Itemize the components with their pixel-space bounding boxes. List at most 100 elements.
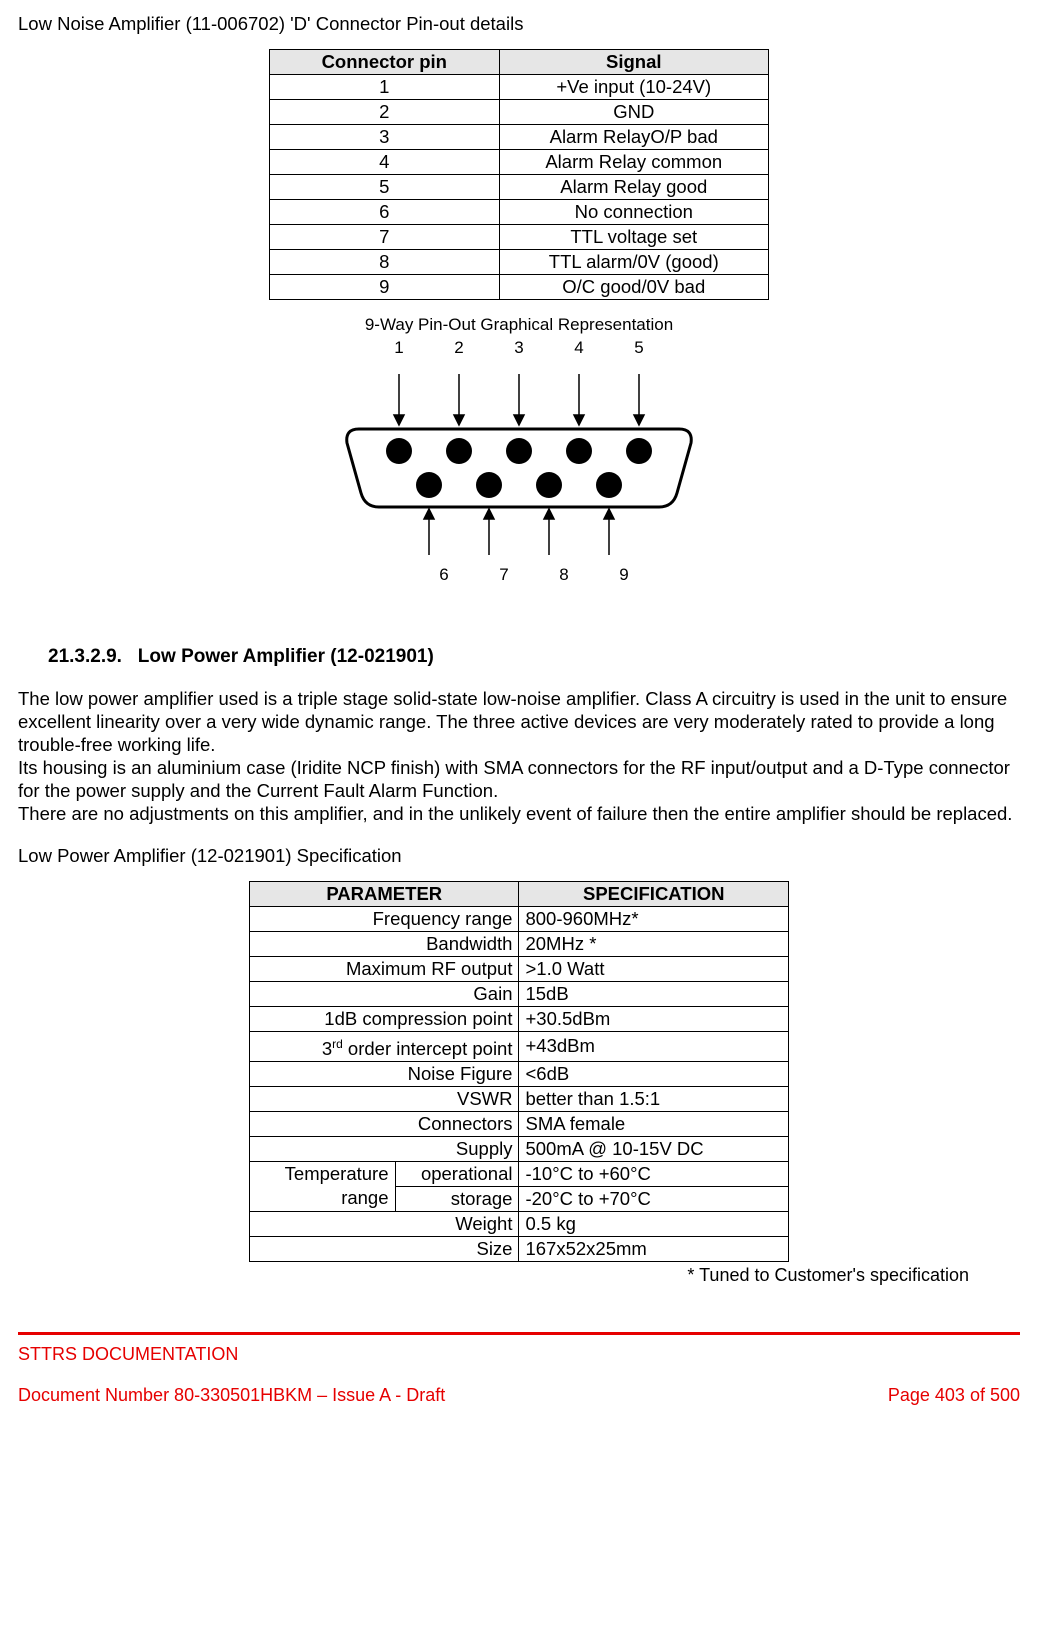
table-row: VSWRbetter than 1.5:1 [250,1086,789,1111]
table-row: 1dB compression point+30.5dBm [250,1006,789,1031]
table-row: ConnectorsSMA female [250,1111,789,1136]
value-cell: 15dB [519,981,789,1006]
table-row: 7TTL voltage set [270,225,769,250]
table-row: 4Alarm Relay common [270,150,769,175]
param-cell: Temperaturerange [250,1161,396,1211]
signal-cell: +Ve input (10-24V) [499,75,768,100]
pin-label: 6 [414,564,474,585]
subparam-cell: operational [395,1161,519,1186]
value-cell: SMA female [519,1111,789,1136]
param-cell: Frequency range [250,906,519,931]
value-cell: 167x52x25mm [519,1236,789,1261]
footer-page: Page 403 of 500 [888,1384,1020,1407]
table-row: Supply500mA @ 10-15V DC [250,1136,789,1161]
param-cell: 3rd order intercept point [250,1031,519,1061]
table-row: Size167x52x25mm [250,1236,789,1261]
pin-cell: 2 [270,100,500,125]
signal-cell: Alarm Relay good [499,175,768,200]
pin-label: 9 [594,564,654,585]
table-row: 3rd order intercept point+43dBm [250,1031,789,1061]
diagram-bottom-labels: 6789 [18,564,1020,585]
pin-cell: 7 [270,225,500,250]
pin-label: 2 [429,337,489,358]
value-cell: +43dBm [519,1031,789,1061]
footer-doc-number: Document Number 80-330501HBKM – Issue A … [18,1384,445,1407]
subparam-cell: storage [395,1186,519,1211]
signal-cell: TTL voltage set [499,225,768,250]
value-cell: >1.0 Watt [519,956,789,981]
pin-cell: 1 [270,75,500,100]
table-row: Frequency range800-960MHz* [250,906,789,931]
pin-label: 7 [474,564,534,585]
table-row: 1+Ve input (10-24V) [270,75,769,100]
diagram-top-labels: 12345 [18,337,1020,358]
param-cell: Maximum RF output [250,956,519,981]
value-cell: -20°C to +70°C [519,1186,789,1211]
pin-label: 3 [489,337,549,358]
param-cell: VSWR [250,1086,519,1111]
pin-label: 8 [534,564,594,585]
spec-header-value: SPECIFICATION [519,881,789,906]
spec-title: Low Power Amplifier (12-021901) Specific… [18,844,1020,867]
param-cell: Noise Figure [250,1061,519,1086]
signal-cell: Alarm RelayO/P bad [499,125,768,150]
table-row: 8TTL alarm/0V (good) [270,250,769,275]
table-row: Weight0.5 kg [250,1211,789,1236]
value-cell: <6dB [519,1061,789,1086]
table-row: Bandwidth20MHz * [250,931,789,956]
pin-cell: 4 [270,150,500,175]
spec-footnote: * Tuned to Customer's specification [69,1264,969,1287]
db9-connector-icon [339,359,699,564]
spec-table: PARAMETER SPECIFICATION Frequency range8… [249,881,789,1262]
table-row: Noise Figure<6dB [250,1061,789,1086]
value-cell: better than 1.5:1 [519,1086,789,1111]
table-row: 6No connection [270,200,769,225]
paragraph-1: The low power amplifier used is a triple… [18,687,1020,756]
value-cell: 0.5 kg [519,1211,789,1236]
table-row: 9O/C good/0V bad [270,275,769,300]
table-row: 2GND [270,100,769,125]
footer-rule [18,1332,1020,1335]
pin-cell: 3 [270,125,500,150]
value-cell: +30.5dBm [519,1006,789,1031]
value-cell: -10°C to +60°C [519,1161,789,1186]
paragraph-3: There are no adjustments on this amplifi… [18,802,1020,825]
param-cell: Weight [250,1211,519,1236]
page-title: Low Noise Amplifier (11-006702) 'D' Conn… [18,12,1020,35]
table-row: Temperaturerange operational -10°C to +6… [250,1161,789,1186]
footer-doc-title: STTRS DOCUMENTATION [18,1343,1020,1366]
signal-cell: GND [499,100,768,125]
pin-label: 4 [549,337,609,358]
value-cell: 800-960MHz* [519,906,789,931]
section-title: Low Power Amplifier (12-021901) [138,646,434,667]
pinout-header-signal: Signal [499,50,768,75]
param-cell: Connectors [250,1111,519,1136]
pinout-header-pin: Connector pin [270,50,500,75]
pin-label: 5 [609,337,669,358]
value-cell: 20MHz * [519,931,789,956]
param-cell: Supply [250,1136,519,1161]
table-row: 3Alarm RelayO/P bad [270,125,769,150]
pinout-table: Connector pin Signal 1+Ve input (10-24V)… [269,49,769,300]
param-cell: Gain [250,981,519,1006]
pin-cell: 9 [270,275,500,300]
pin-cell: 8 [270,250,500,275]
section-heading: 21.3.2.9. Low Power Amplifier (12-021901… [48,645,1020,669]
param-cell: Bandwidth [250,931,519,956]
table-row: Maximum RF output>1.0 Watt [250,956,789,981]
pin-cell: 5 [270,175,500,200]
table-row: Gain15dB [250,981,789,1006]
signal-cell: TTL alarm/0V (good) [499,250,768,275]
value-cell: 500mA @ 10-15V DC [519,1136,789,1161]
param-cell: Size [250,1236,519,1261]
signal-cell: Alarm Relay common [499,150,768,175]
diagram-caption: 9-Way Pin-Out Graphical Representation [18,314,1020,335]
table-row: 5Alarm Relay good [270,175,769,200]
spec-header-param: PARAMETER [250,881,519,906]
section-number: 21.3.2.9. [48,646,122,667]
signal-cell: No connection [499,200,768,225]
paragraph-2: Its housing is an aluminium case (Iridit… [18,756,1020,802]
param-cell: 1dB compression point [250,1006,519,1031]
signal-cell: O/C good/0V bad [499,275,768,300]
pin-label: 1 [369,337,429,358]
